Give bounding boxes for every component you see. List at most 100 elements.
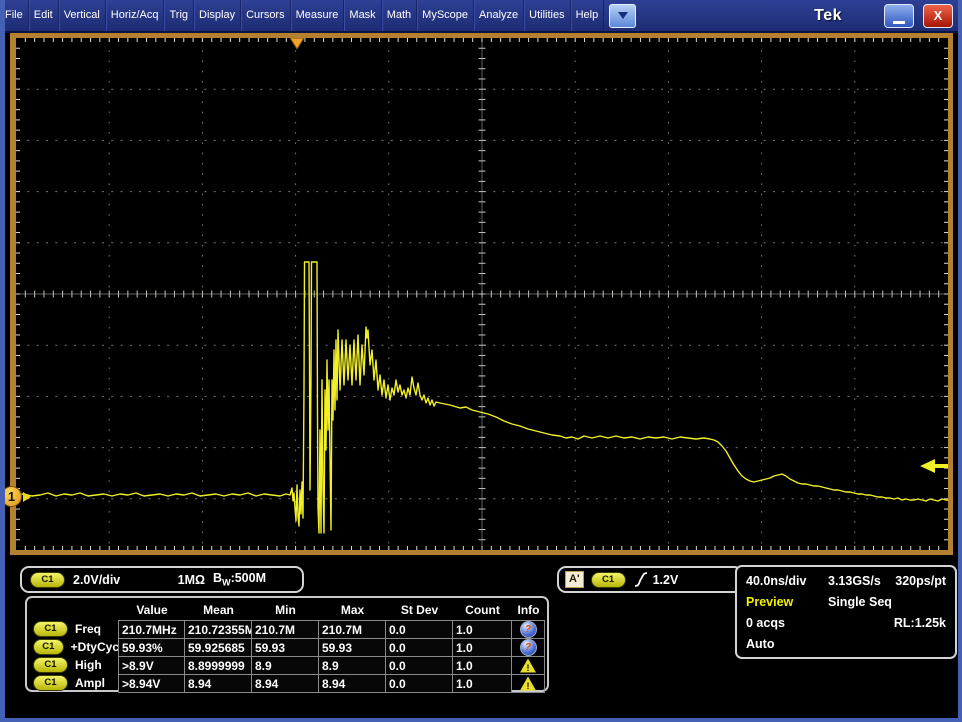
graticule-area [10,33,953,555]
warning-icon: ! [520,659,536,673]
minimize-icon [893,21,905,24]
meas-min: 210.7M [251,620,319,639]
chevron-down-icon [618,12,628,19]
meas-value: 59.93% [118,638,185,657]
trigger-level-value: 1.2V [653,573,679,587]
channel-1-badge: 1 [1,486,22,507]
menu-cursors[interactable]: Cursors [241,0,291,31]
meas-value: >8.94V [118,674,185,693]
meas-count: 1.0 [452,656,512,675]
meas-info-cell[interactable]: ! [511,656,545,675]
channel-badge: C1 [33,675,68,691]
trigger-source-badge: A' [565,571,584,588]
meas-row-label[interactable]: C1 Ampl [29,674,119,692]
horizontal-readout[interactable]: 40.0ns/div 3.13GS/s 320ps/pt Preview Sin… [735,565,957,659]
meas-info-cell[interactable]: ? [511,620,545,639]
table-corner [29,599,119,620]
meas-row-label[interactable]: C1 High [29,656,119,674]
col-header-mean: Mean [185,599,252,620]
meas-count: 1.0 [452,674,512,693]
meas-min: 8.9 [251,656,319,675]
acq-status: Preview [746,595,828,609]
meas-count: 1.0 [452,620,512,639]
timebase: 40.0ns/div [746,574,828,588]
meas-info-cell[interactable]: ? [511,638,545,657]
help-icon: ? [520,639,537,656]
trigger-position-marker[interactable] [290,38,304,49]
close-button[interactable]: X [923,4,953,28]
resolution: 320ps/pt [895,574,946,588]
channel-readout[interactable]: C1 2.0V/div 1MΩ BW:500M [20,566,304,593]
meas-mean: 8.94 [184,674,252,693]
channel-badge: C1 [33,657,68,673]
menu-myscope[interactable]: MyScope [417,0,474,31]
channel-badge: C1 [33,621,68,637]
channel-1-ground-marker[interactable]: 1 [1,486,31,507]
col-header-max: Max [319,599,386,620]
col-header-min: Min [252,599,319,620]
channel-badge: C1 [33,639,64,655]
col-header-stdev: St Dev [386,599,453,620]
minimize-button[interactable] [884,4,914,28]
menu-overflow-button[interactable] [609,4,636,28]
help-icon: ? [520,621,537,638]
tek-logo: Tek [814,7,842,25]
col-header-info: Info [512,599,545,620]
acq-count: 0 acqs [746,616,828,630]
menu-file[interactable]: File [0,0,29,31]
trigger-readout[interactable]: A' C1 1.2V [557,566,743,593]
close-icon: X [934,8,943,23]
meas-max: 8.9 [318,656,386,675]
meas-value: >8.9V [118,656,185,675]
meas-min: 59.93 [251,638,319,657]
meas-name: +DtyCyc [71,640,119,654]
sample-rate: 3.13GS/s [828,574,881,588]
acq-mode: Single Seq [828,595,892,609]
vertical-scale: 2.0V/div [73,573,120,587]
meas-stdev: 0.0 [385,674,453,693]
oscilloscope-window: File Edit Vertical Horiz/Acq Trig Displa… [0,0,962,722]
col-header-value: Value [119,599,185,620]
warning-icon: ! [520,677,536,691]
meas-stdev: 0.0 [385,656,453,675]
menu-measure[interactable]: Measure [291,0,345,31]
title-bar: File Edit Vertical Horiz/Acq Trig Displa… [0,0,962,33]
menu-display[interactable]: Display [194,0,241,31]
menu-help[interactable]: Help [571,0,605,31]
record-length: RL:1.25k [894,616,946,630]
measurement-table: Value Mean Min Max St Dev Count Info C1 … [25,596,549,692]
input-impedance: 1MΩ [178,573,205,587]
meas-name: High [75,658,102,672]
channel-badge[interactable]: C1 [30,572,65,588]
meas-mean: 210.72355M [184,620,252,639]
bandwidth-limit: BW:500M [213,571,266,588]
menu-math[interactable]: Math [382,0,417,31]
menu-horiz-acq[interactable]: Horiz/Acq [106,0,165,31]
trigger-level-arrow[interactable] [920,459,948,473]
meas-value: 210.7MHz [118,620,185,639]
menu-analyze[interactable]: Analyze [474,0,524,31]
menu-mask[interactable]: Mask [344,0,381,31]
meas-mean: 8.8999999 [184,656,252,675]
waveform-display [16,38,948,550]
meas-stdev: 0.0 [385,638,453,657]
trigger-channel-badge[interactable]: C1 [591,572,626,588]
menu-utilities[interactable]: Utilities [524,0,570,31]
meas-max: 210.7M [318,620,386,639]
meas-name: Ampl [75,676,105,690]
meas-count: 1.0 [452,638,512,657]
meas-info-cell[interactable]: ! [511,674,545,693]
rising-edge-icon [634,571,648,588]
meas-row-label[interactable]: C1 Freq [29,620,119,638]
meas-max: 59.93 [318,638,386,657]
meas-row-label[interactable]: C1 +DtyCyc [29,638,119,656]
menu-trig[interactable]: Trig [164,0,194,31]
col-header-count: Count [453,599,512,620]
menu-edit[interactable]: Edit [29,0,59,31]
meas-name: Freq [75,622,101,636]
menu-vertical[interactable]: Vertical [59,0,106,31]
meas-mean: 59.925685 [184,638,252,657]
meas-stdev: 0.0 [385,620,453,639]
meas-min: 8.94 [251,674,319,693]
arrow-right-icon [23,492,31,502]
